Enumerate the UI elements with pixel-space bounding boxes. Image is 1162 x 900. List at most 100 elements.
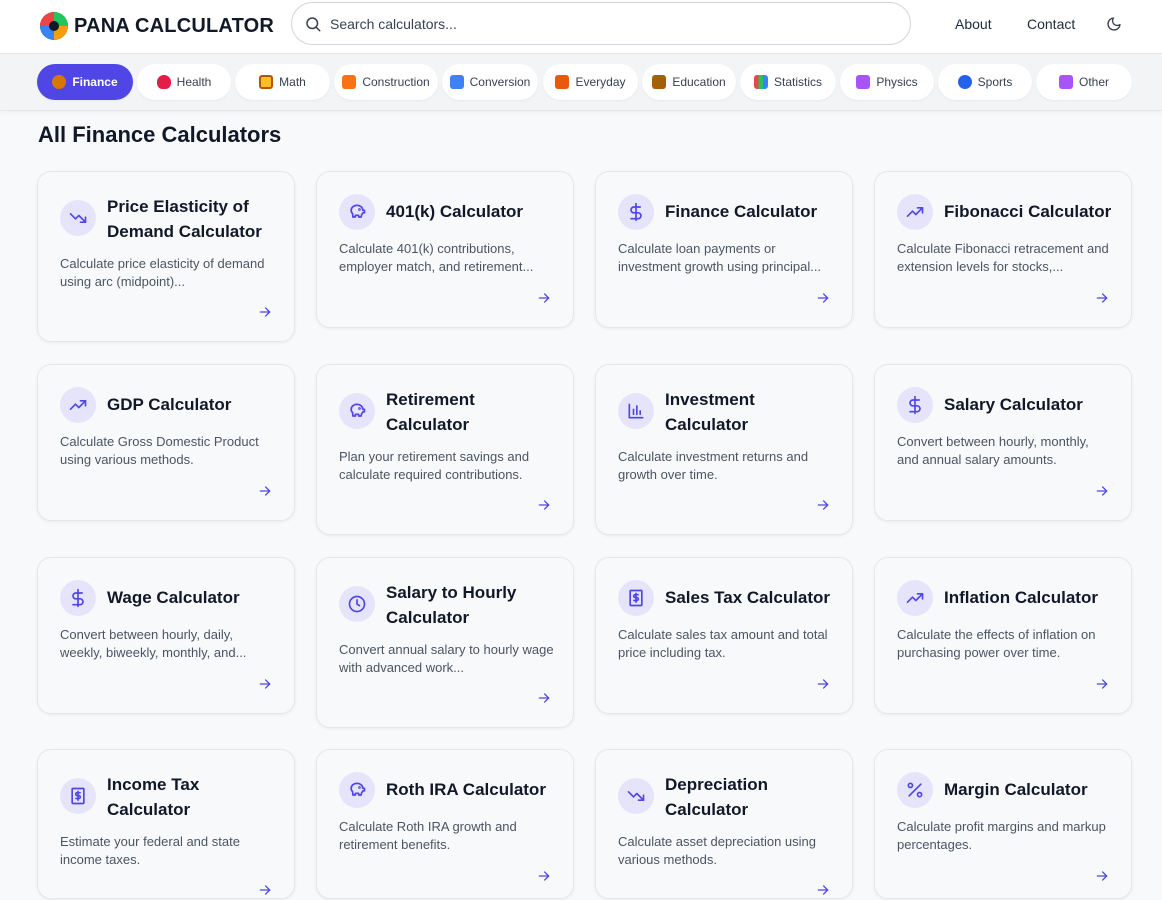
- brand-name: PANA CALCULATOR: [74, 14, 275, 37]
- calculator-card[interactable]: Investment Calculator Calculate investmen…: [595, 364, 853, 535]
- category-tab-physics[interactable]: Physics: [840, 64, 934, 100]
- card-title: Margin Calculator: [944, 780, 1088, 799]
- arrow-right-icon[interactable]: [258, 305, 272, 319]
- calculator-card[interactable]: GDP Calculator Calculate Gross Domestic P…: [37, 364, 295, 521]
- bar-chart-icon: [618, 393, 654, 429]
- card-description: Calculate Gross Domestic Product using v…: [60, 434, 259, 467]
- trending-down-icon: [60, 200, 96, 236]
- logo-icon: [40, 12, 68, 40]
- calculator-card[interactable]: Price Elasticity of Demand Calculator Cal…: [37, 171, 295, 342]
- arrow-right-icon[interactable]: [1095, 677, 1109, 691]
- trending-down-icon: [618, 778, 654, 814]
- calculator-card[interactable]: Margin Calculator Calculate profit margin…: [874, 749, 1132, 899]
- card-title: Investment Calculator: [665, 390, 755, 434]
- category-tab-finance[interactable]: Finance: [37, 64, 133, 100]
- bar-chart-icon: [753, 75, 768, 89]
- arrow-right-icon[interactable]: [816, 498, 830, 512]
- calculator-card[interactable]: Salary to Hourly Calculator Convert annua…: [316, 557, 574, 728]
- category-tab-other[interactable]: Other: [1036, 64, 1132, 100]
- search-icon: [306, 16, 321, 31]
- calculator-card[interactable]: Depreciation Calculator Calculate asset d…: [595, 749, 853, 899]
- calculator-card[interactable]: Retirement Calculator Plan your retiremen…: [316, 364, 574, 535]
- clock-icon: [339, 586, 375, 622]
- receipt-icon: [60, 778, 96, 814]
- calculator-card[interactable]: Sales Tax Calculator Calculate sales tax …: [595, 557, 853, 714]
- section-title: All Finance Calculators: [38, 122, 282, 147]
- search-input[interactable]: [330, 15, 870, 32]
- category-label: Everyday: [575, 75, 626, 89]
- search-bar[interactable]: [291, 2, 911, 45]
- calculator-card[interactable]: Salary Calculator Convert between hourly,…: [874, 364, 1132, 521]
- card-description: Convert between hourly, daily, weekly, b…: [60, 627, 247, 660]
- crane-icon: [342, 75, 357, 89]
- calculator-card[interactable]: Finance Calculator Calculate loan payment…: [595, 171, 853, 328]
- card-title: Fibonacci Calculator: [944, 202, 1112, 221]
- card-description: Plan your retirement savings and calcula…: [339, 449, 530, 482]
- card-title: Depreciation Calculator: [665, 775, 768, 819]
- calculator-card[interactable]: Income Tax Calculator Estimate your feder…: [37, 749, 295, 899]
- arrow-right-icon[interactable]: [816, 883, 830, 897]
- money-bag-icon: [52, 75, 67, 89]
- arrow-right-icon[interactable]: [1095, 869, 1109, 883]
- arrow-right-icon[interactable]: [537, 291, 551, 305]
- calculator-card[interactable]: Roth IRA Calculator Calculate Roth IRA gr…: [316, 749, 574, 899]
- card-description: Calculate profit margins and markup perc…: [897, 819, 1106, 852]
- dollar-icon: [897, 387, 933, 423]
- category-label: Sports: [977, 75, 1013, 89]
- dollar-icon: [618, 194, 654, 230]
- category-tab-math[interactable]: Math: [235, 64, 330, 100]
- arrow-right-icon[interactable]: [816, 677, 830, 691]
- category-tab-statistics[interactable]: Statistics: [740, 64, 836, 100]
- refresh-icon: [449, 75, 464, 89]
- category-tab-sports[interactable]: Sports: [938, 64, 1032, 100]
- nav-contact-link[interactable]: Contact: [1027, 16, 1075, 32]
- card-title: Sales Tax Calculator: [665, 588, 831, 607]
- category-tab-conversion[interactable]: Conversion: [442, 64, 538, 100]
- arrow-right-icon[interactable]: [816, 291, 830, 305]
- nav-about-link[interactable]: About: [955, 16, 992, 32]
- abacus-icon: [259, 75, 274, 89]
- arrow-right-icon[interactable]: [258, 677, 272, 691]
- card-title: Wage Calculator: [107, 588, 240, 607]
- category-tab-everyday[interactable]: Everyday: [543, 64, 638, 100]
- category-label: Conversion: [469, 75, 531, 89]
- trending-up-icon: [60, 387, 96, 423]
- category-tab-health[interactable]: Health: [137, 64, 231, 100]
- moon-icon[interactable]: [1106, 16, 1122, 32]
- calculator-card[interactable]: Fibonacci Calculator Calculate Fibonacci …: [874, 171, 1132, 328]
- category-label: Health: [176, 75, 212, 89]
- category-label: Education: [672, 75, 726, 89]
- calculator-card[interactable]: 401(k) Calculator Calculate 401(k) contri…: [316, 171, 574, 328]
- ball-icon: [957, 75, 972, 89]
- arrow-right-icon[interactable]: [1095, 484, 1109, 498]
- category-label: Construction: [362, 75, 430, 89]
- arrow-right-icon[interactable]: [258, 484, 272, 498]
- arrow-right-icon[interactable]: [1095, 291, 1109, 305]
- dollar-icon: [60, 580, 96, 616]
- receipt-icon: [618, 580, 654, 616]
- category-tab-education[interactable]: Education: [642, 64, 736, 100]
- card-description: Calculate loan payments or investment gr…: [618, 241, 822, 274]
- arrow-right-icon[interactable]: [537, 498, 551, 512]
- piggy-bank-icon: [339, 772, 375, 808]
- category-bar: Finance Health Math Construction Conversion E…: [0, 54, 1162, 111]
- category-label: Other: [1078, 75, 1109, 89]
- card-title: 401(k) Calculator: [386, 202, 523, 221]
- site-header: PANA CALCULATOR About Contact: [0, 0, 1162, 54]
- arrow-right-icon[interactable]: [537, 869, 551, 883]
- card-title: Income Tax Calculator: [107, 775, 200, 819]
- arrow-right-icon[interactable]: [258, 883, 272, 897]
- percent-icon: [897, 772, 933, 808]
- card-title: Inflation Calculator: [944, 588, 1098, 607]
- card-title: Roth IRA Calculator: [386, 780, 546, 799]
- brand-logo[interactable]: PANA CALCULATOR: [40, 12, 274, 40]
- category-label: Statistics: [773, 75, 822, 89]
- card-description: Calculate the effects of inflation on pu…: [897, 627, 1096, 660]
- category-tab-construction[interactable]: Construction: [334, 64, 438, 100]
- calculator-card[interactable]: Inflation Calculator Calculate the effect…: [874, 557, 1132, 714]
- card-description: Calculate price elasticity of demand usi…: [60, 256, 265, 289]
- arrow-right-icon[interactable]: [537, 691, 551, 705]
- calculator-card[interactable]: Wage Calculator Convert between hourly, d…: [37, 557, 295, 714]
- atom-icon: [1058, 75, 1073, 89]
- card-title: Salary Calculator: [944, 395, 1083, 414]
